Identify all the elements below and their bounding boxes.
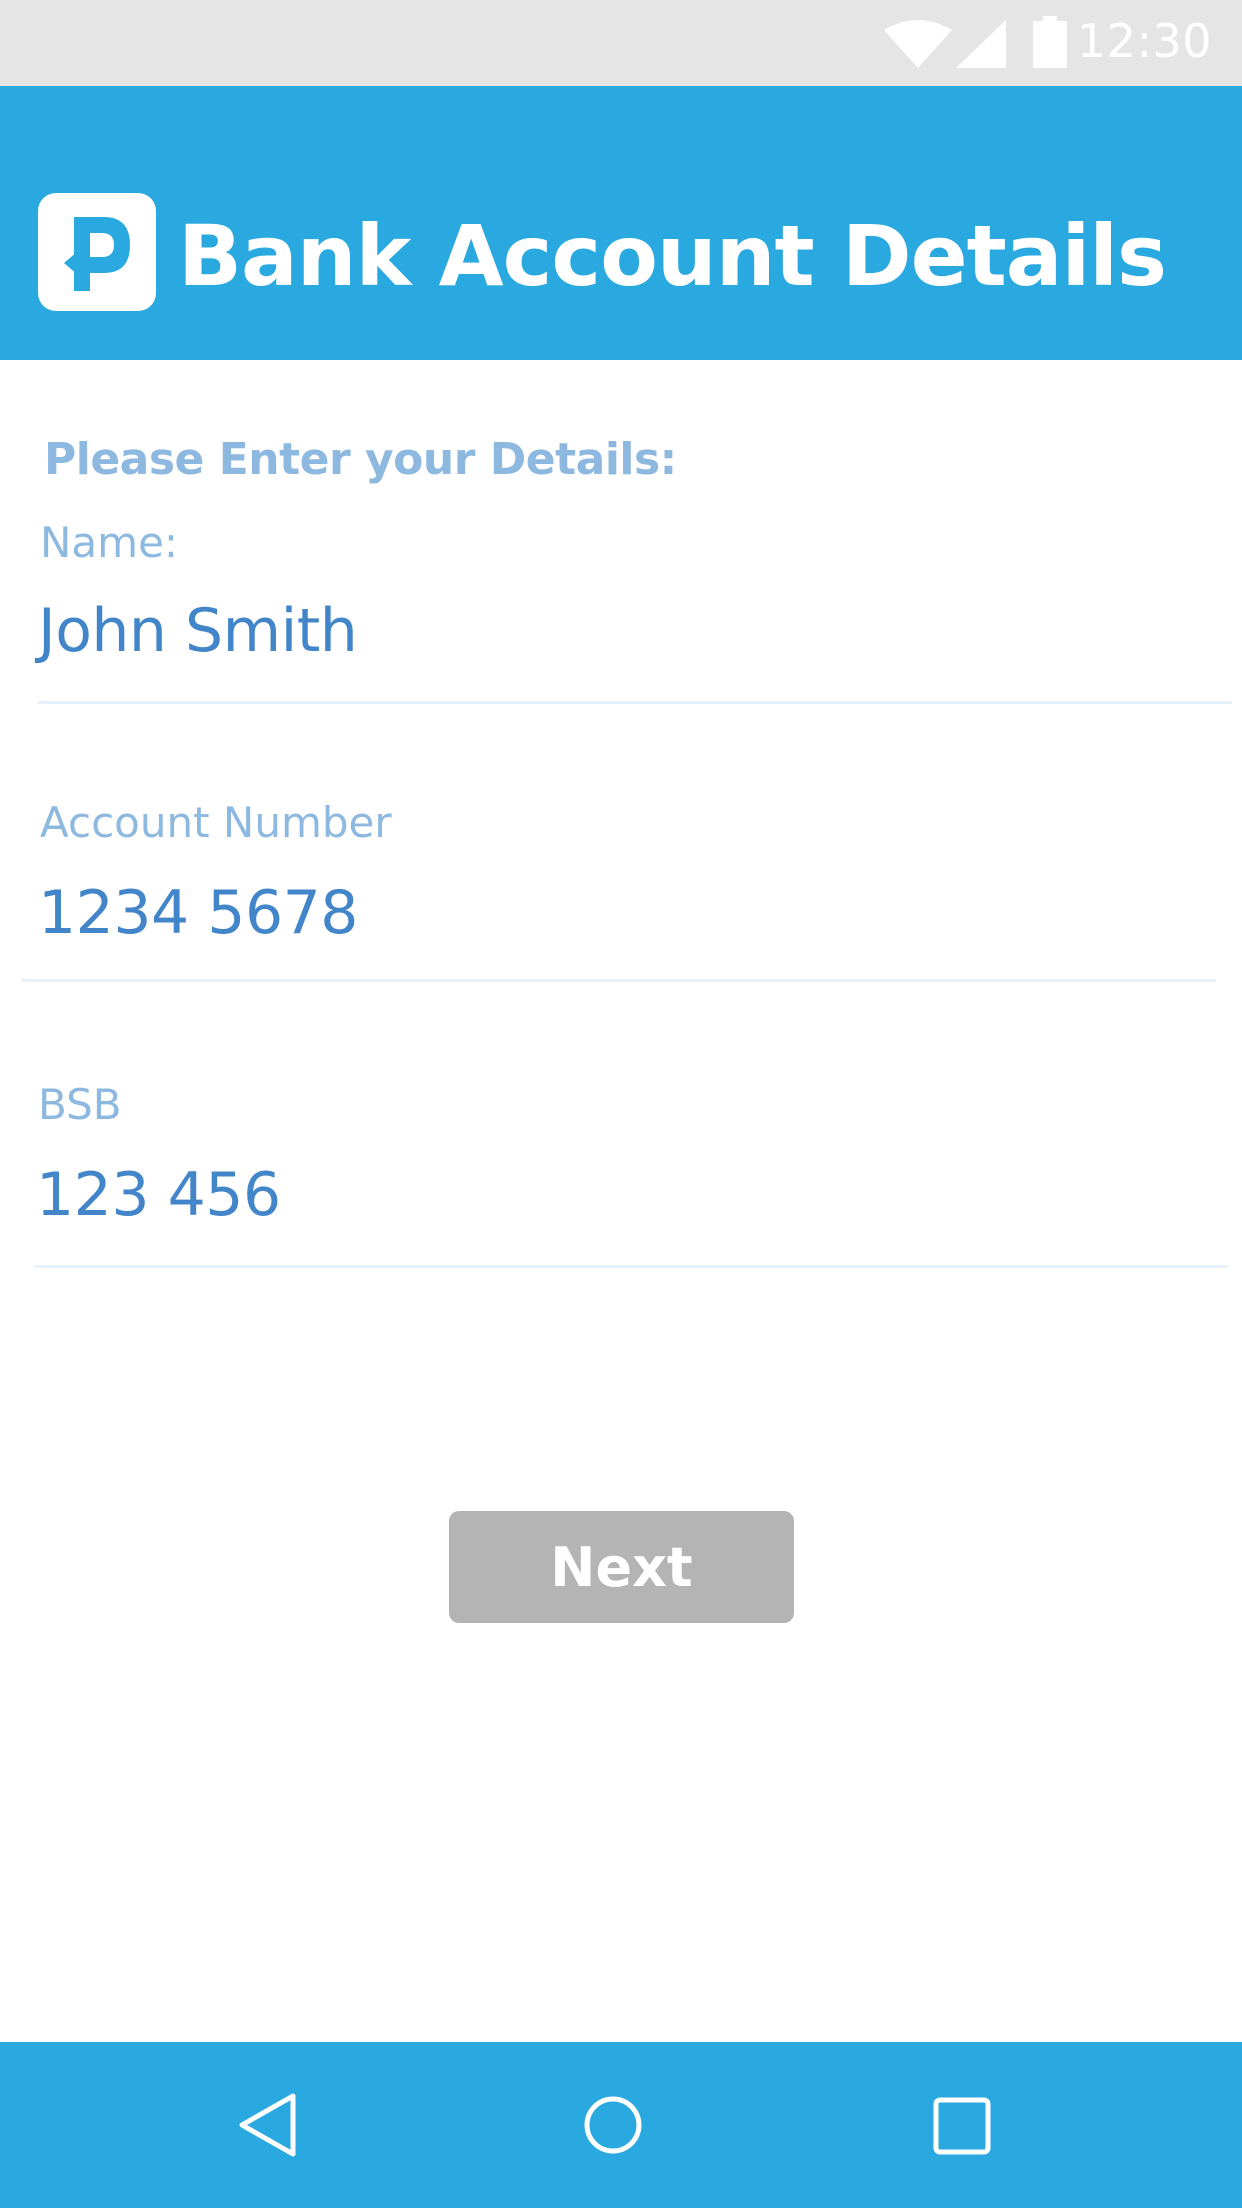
p-logo-icon bbox=[38, 193, 156, 311]
wifi-icon bbox=[884, 20, 952, 68]
status-time: 12:30 bbox=[1076, 14, 1212, 68]
account-number-label: Account Number bbox=[40, 798, 392, 847]
bsb-input[interactable]: 123 456 bbox=[36, 1160, 281, 1230]
home-icon bbox=[584, 2096, 642, 2154]
name-label: Name: bbox=[40, 518, 179, 567]
app-bar: Bank Account Details bbox=[0, 86, 1242, 360]
account-number-underline bbox=[22, 979, 1216, 982]
name-underline bbox=[38, 701, 1232, 704]
battery-icon bbox=[1033, 16, 1067, 68]
back-icon bbox=[239, 2093, 296, 2157]
nav-bar bbox=[0, 2042, 1242, 2208]
home-button[interactable] bbox=[553, 2042, 673, 2208]
status-bar: 12:30 bbox=[0, 0, 1242, 86]
bsb-label: BSB bbox=[38, 1080, 122, 1129]
form-heading: Please Enter your Details: bbox=[44, 434, 677, 485]
next-button[interactable]: Next bbox=[449, 1511, 794, 1623]
signal-icon bbox=[956, 20, 1006, 68]
bsb-underline bbox=[34, 1265, 1228, 1268]
name-input[interactable]: John Smith bbox=[38, 596, 358, 666]
app-screen: 12:30 Bank Account Details Please Enter … bbox=[0, 0, 1242, 2208]
page-title: Bank Account Details bbox=[178, 207, 1167, 305]
recents-button[interactable] bbox=[902, 2042, 1022, 2208]
recents-icon bbox=[933, 2097, 991, 2155]
next-button-label: Next bbox=[550, 1535, 693, 1599]
account-number-input[interactable]: 1234 5678 bbox=[38, 878, 358, 948]
back-button[interactable] bbox=[206, 2042, 326, 2208]
